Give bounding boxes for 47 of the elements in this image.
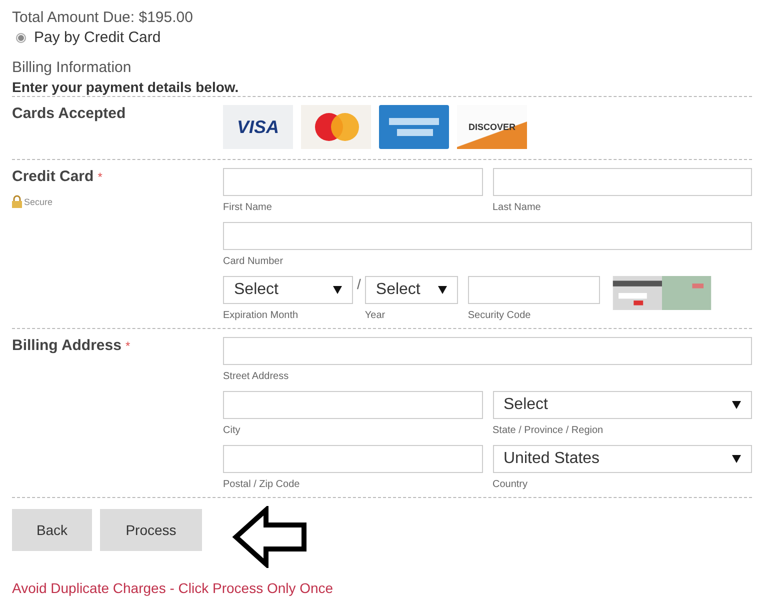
section-label: Cards Accepted <box>12 105 126 122</box>
dropdown-caret-icon <box>732 455 741 463</box>
select-dropdown[interactable]: United States <box>492 445 752 473</box>
visa-logo: VISA <box>223 105 293 149</box>
field-caption: Country <box>492 478 529 492</box>
required-mark: * <box>125 339 130 353</box>
dropdown-caret-icon <box>732 401 741 409</box>
dropdown-caret-icon <box>438 286 447 294</box>
select-dropdown[interactable]: Select <box>223 276 353 304</box>
text-field[interactable] <box>223 222 752 250</box>
form-button[interactable]: Back <box>12 509 92 551</box>
total-amount: Total Amount Due: $195.00 <box>12 8 194 28</box>
mastercard-logo <box>301 105 371 149</box>
text-field[interactable] <box>223 337 752 365</box>
text-field[interactable] <box>223 391 482 419</box>
section-title: Billing Information <box>12 58 132 78</box>
warning-text: Avoid Duplicate Charges - Click Process Only Once <box>12 580 334 596</box>
field-caption: State / Province / Region <box>492 424 604 438</box>
text-field[interactable] <box>223 168 482 196</box>
field-caption: City <box>223 424 242 438</box>
required-mark: * <box>98 170 102 184</box>
select-dropdown[interactable]: Select <box>364 276 458 304</box>
left-arrow-icon <box>232 506 308 568</box>
amex-logo <box>379 105 449 149</box>
radio-button[interactable] <box>16 33 26 43</box>
text-field[interactable] <box>492 168 752 196</box>
text-field[interactable] <box>223 445 482 473</box>
form-button[interactable]: Process <box>100 509 202 551</box>
padlock-icon <box>12 195 22 208</box>
section-label: Billing Address <box>12 337 122 354</box>
text-field[interactable] <box>468 276 600 304</box>
field-caption: Street Address <box>223 370 290 384</box>
field-caption: Last Name <box>492 201 542 215</box>
radio-label: Pay by Credit Card <box>34 28 161 48</box>
discover-logo: DISCOVER <box>457 105 527 149</box>
select-dropdown[interactable]: Select <box>492 391 752 419</box>
field-caption: Postal / Zip Code <box>223 478 301 492</box>
field-caption: First Name <box>223 201 273 215</box>
secure-label: Secure <box>24 196 53 206</box>
dropdown-caret-icon <box>333 286 342 294</box>
date-separator: / <box>357 276 361 292</box>
section-label: Credit Card <box>12 168 94 185</box>
field-caption: Card Number <box>223 255 284 269</box>
instructions: Enter your payment details below. <box>12 78 240 96</box>
field-caption: Security Code <box>468 309 532 323</box>
field-caption: Expiration Month <box>223 309 300 323</box>
field-caption: Year <box>364 309 386 323</box>
